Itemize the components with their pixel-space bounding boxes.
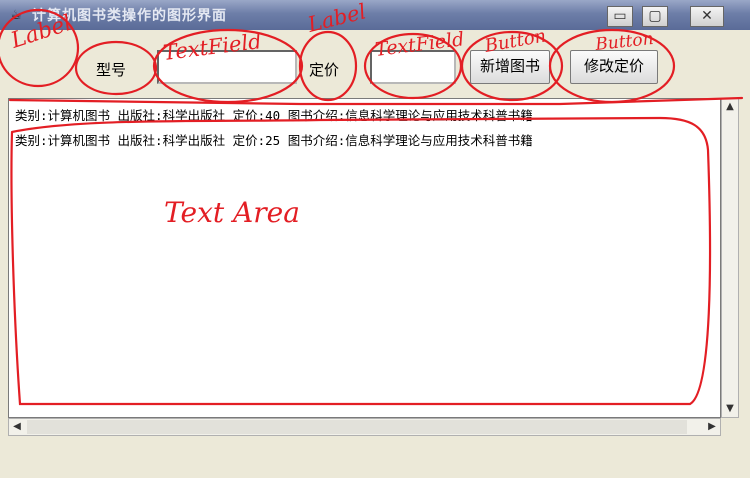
annotation-label-2: Label <box>304 0 368 37</box>
annotation-button-2: Button <box>593 29 654 55</box>
label-circle-2 <box>74 40 158 96</box>
label-circle-3 <box>298 30 358 102</box>
annotation-textarea: Text Area <box>164 196 300 229</box>
underline-stroke <box>8 96 744 106</box>
annotation-button-1: Button <box>482 26 547 58</box>
textarea-outline <box>10 116 712 406</box>
annotation-strokes <box>0 8 744 406</box>
annotation-label-1: Label <box>7 11 75 54</box>
annotation-textfield-2: TextField <box>374 28 466 61</box>
annotation-overlay: Label TextField Label TextField Button B… <box>0 0 744 406</box>
annotation-textfield-1: TextField <box>162 29 263 65</box>
